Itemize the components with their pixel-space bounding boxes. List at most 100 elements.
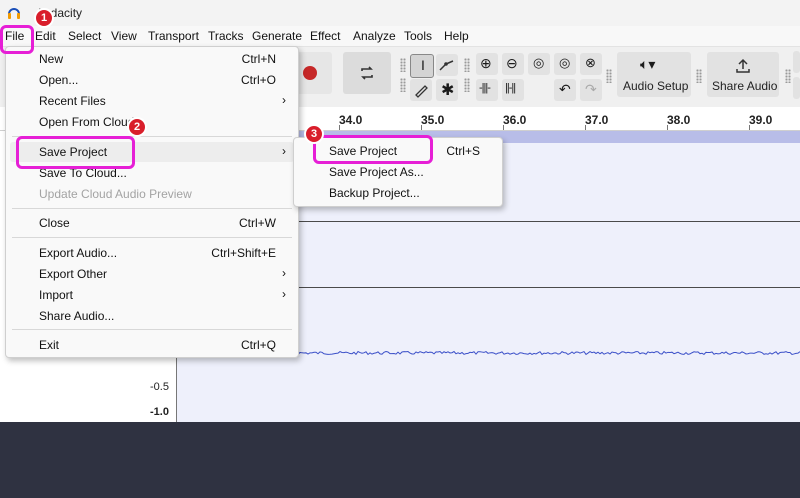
envelope-icon	[439, 60, 454, 71]
fit-project-icon: ◎	[559, 55, 571, 70]
ruler-tick-label: 34.0	[339, 113, 363, 127]
menu-item-new[interactable]: New Ctrl+N	[6, 49, 298, 69]
silence-icon: ||-||	[505, 82, 516, 94]
ruler-tick	[339, 125, 340, 130]
chevron-right-icon: ›	[282, 144, 286, 158]
menu-item-label: Share Audio...	[39, 309, 115, 323]
toolbar-grip[interactable]	[464, 78, 470, 92]
overflow-button[interactable]	[793, 77, 800, 99]
menu-select[interactable]: Select	[68, 29, 101, 43]
status-bar	[0, 422, 800, 498]
chevron-right-icon: ›	[282, 93, 286, 107]
ruler-tick-label: 38.0	[667, 113, 691, 127]
silence-audio-button[interactable]: ||-||	[502, 79, 524, 101]
zoom-out-button[interactable]: ⊖	[502, 53, 524, 75]
share-audio-label: Share Audio	[712, 79, 778, 93]
trim-audio-button[interactable]: -|||-	[476, 79, 498, 101]
menu-item-exit[interactable]: Exit Ctrl+Q	[6, 335, 298, 355]
selection-tool-button[interactable]: I	[410, 54, 434, 78]
i-beam-icon: I	[421, 57, 425, 73]
menu-transport[interactable]: Transport	[148, 29, 199, 43]
zoom-in-button[interactable]: ⊕	[476, 53, 498, 75]
menu-item-open-from-cloud[interactable]: Open From Cloud	[6, 112, 298, 132]
menu-view[interactable]: View	[111, 29, 137, 43]
menu-analyze[interactable]: Analyze	[353, 29, 396, 43]
fit-selection-button[interactable]: ◎	[528, 53, 550, 75]
audio-setup-button[interactable]: 🔈︎▾ Audio Setup	[617, 52, 691, 97]
file-menu: New Ctrl+N Open... Ctrl+O Recent Files ›…	[5, 46, 299, 358]
menu-item-open[interactable]: Open... Ctrl+O	[6, 70, 298, 90]
menu-item-label: New	[39, 52, 64, 66]
share-audio-button[interactable]: Share Audio	[707, 52, 779, 97]
menu-item-import[interactable]: Import ›	[6, 285, 298, 305]
submenu-item-save-project-as[interactable]: Save Project As...	[294, 162, 502, 182]
ruler-tick	[667, 125, 668, 130]
menu-item-shortcut: Ctrl+W	[239, 216, 276, 230]
asterisk-icon: ✱	[441, 82, 455, 99]
zoom-in-icon: ⊕	[480, 55, 492, 71]
zoom-toggle-icon: ⊗	[585, 55, 596, 70]
menu-item-label: Close	[39, 216, 70, 230]
undo-button[interactable]: ↶	[554, 79, 576, 101]
step-badge: 3	[304, 124, 324, 144]
menu-item-export-audio[interactable]: Export Audio... Ctrl+Shift+E	[6, 243, 298, 263]
multi-tool-button[interactable]: ✱	[436, 79, 458, 101]
title-bar: Audacity	[0, 0, 800, 26]
toolbar-grip[interactable]	[464, 58, 470, 72]
ruler-tick	[421, 125, 422, 130]
zoom-toggle-button[interactable]: ⊗	[580, 53, 602, 75]
menu-item-label: Recent Files	[39, 94, 106, 108]
ruler-tick	[585, 125, 586, 130]
pencil-icon	[415, 85, 428, 98]
menu-item-label: Update Cloud Audio Preview	[39, 187, 192, 201]
scale-label: -1.0	[150, 406, 169, 418]
redo-button[interactable]: ↷	[580, 79, 602, 101]
loop-button[interactable]	[343, 52, 391, 94]
menu-bar: File Edit Select View Transport Tracks G…	[0, 26, 800, 47]
envelope-tool-button[interactable]	[436, 54, 458, 76]
menu-tracks[interactable]: Tracks	[208, 29, 244, 43]
chevron-right-icon: ›	[282, 266, 286, 280]
menu-item-shortcut: Ctrl+N	[241, 52, 276, 66]
highlight-save-project	[16, 136, 135, 169]
toolbar-grip[interactable]	[696, 69, 702, 83]
menu-item-label: Exit	[39, 338, 60, 352]
ruler-tick	[503, 125, 504, 130]
menu-item-share-audio[interactable]: Share Audio...	[6, 306, 298, 326]
fit-project-button[interactable]: ◎	[554, 53, 576, 75]
menu-item-label: Backup Project...	[329, 186, 420, 200]
ruler-tick-label: 35.0	[421, 113, 445, 127]
draw-tool-button[interactable]	[410, 79, 432, 101]
menu-item-label: Save Project As...	[329, 165, 424, 179]
toolbar-grip[interactable]	[400, 58, 406, 72]
submenu-item-backup-project[interactable]: Backup Project...	[294, 183, 502, 203]
menu-item-export-other[interactable]: Export Other ›	[6, 264, 298, 284]
menu-separator	[12, 237, 292, 238]
menu-item-close[interactable]: Close Ctrl+W	[6, 213, 298, 233]
toolbar-grip[interactable]	[606, 69, 612, 83]
ruler-tick	[749, 125, 750, 130]
audacity-logo-icon	[8, 8, 20, 19]
menu-help[interactable]: Help	[444, 29, 469, 43]
undo-icon: ↶	[559, 81, 571, 97]
ruler-tick-label: 36.0	[503, 113, 527, 127]
ruler-tick-label: 39.0	[749, 113, 773, 127]
menu-edit[interactable]: Edit	[35, 29, 56, 43]
menu-item-label: Open...	[39, 73, 79, 87]
redo-icon: ↷	[585, 81, 597, 97]
menu-effect[interactable]: Effect	[310, 29, 340, 43]
menu-generate[interactable]: Generate	[252, 29, 302, 43]
fit-selection-icon: ◎	[533, 55, 545, 70]
zoom-out-icon: ⊖	[506, 55, 518, 71]
toolbar-grip[interactable]	[400, 78, 406, 92]
menu-tools[interactable]: Tools	[404, 29, 432, 43]
toolbar-grip[interactable]	[785, 69, 791, 83]
scale-label: -0.5	[150, 381, 169, 393]
audio-setup-label: Audio Setup	[623, 79, 689, 93]
overflow-button[interactable]	[793, 51, 800, 73]
highlight-file-menu	[0, 25, 34, 54]
menu-item-recent-files[interactable]: Recent Files ›	[6, 91, 298, 111]
menu-item-shortcut: Ctrl+O	[240, 73, 276, 87]
menu-separator	[12, 208, 292, 209]
record-icon	[303, 66, 317, 80]
